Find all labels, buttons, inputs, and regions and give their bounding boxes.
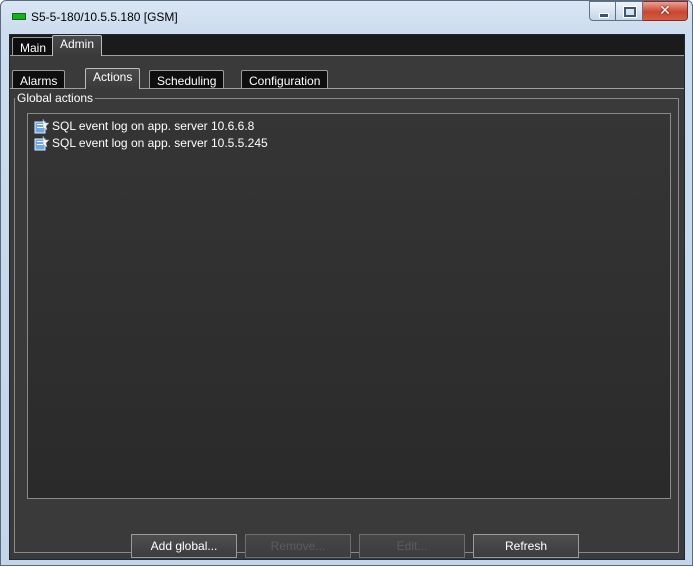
tab-scheduling[interactable]: Scheduling bbox=[149, 70, 225, 88]
sql-action-icon bbox=[34, 136, 49, 151]
client-area: Main Admin Alarms Actions Scheduling Con… bbox=[9, 34, 685, 560]
tab-main-label: Main bbox=[20, 41, 47, 55]
tab-main[interactable]: Main bbox=[12, 37, 55, 55]
window-controls: ✕ bbox=[589, 1, 688, 21]
list-item-label: SQL event log on app. server 10.6.6.8 bbox=[52, 119, 255, 133]
title-bar[interactable]: S5-5-180/10.5.5.180 [GSM] ✕ bbox=[1, 1, 692, 33]
sql-action-icon bbox=[34, 119, 49, 134]
app-status-icon bbox=[12, 13, 26, 20]
close-button[interactable]: ✕ bbox=[643, 1, 688, 21]
tab-actions-label: Actions bbox=[93, 70, 133, 84]
tab-admin[interactable]: Admin bbox=[52, 35, 103, 56]
tab-admin-label: Admin bbox=[60, 37, 95, 51]
tab-alarms[interactable]: Alarms bbox=[12, 70, 66, 88]
app-window: S5-5-180/10.5.5.180 [GSM] ✕ Main Admin A… bbox=[0, 0, 693, 566]
maximize-button[interactable] bbox=[616, 1, 643, 21]
edit-button[interactable]: Edit... bbox=[359, 534, 465, 558]
actions-panel: Global actions SQL event log on app. ser… bbox=[12, 89, 682, 557]
close-icon: ✕ bbox=[659, 3, 671, 19]
tab-configuration-label: Configuration bbox=[249, 74, 321, 88]
refresh-button[interactable]: Refresh bbox=[473, 534, 579, 558]
admin-panel: Alarms Actions Scheduling Configuration … bbox=[10, 56, 684, 559]
minimize-icon bbox=[599, 13, 609, 18]
list-item-label: SQL event log on app. server 10.5.5.245 bbox=[52, 136, 268, 150]
remove-button[interactable]: Remove... bbox=[245, 534, 351, 558]
tab-alarms-label: Alarms bbox=[20, 74, 58, 88]
list-item[interactable]: SQL event log on app. server 10.5.5.245 bbox=[28, 135, 670, 152]
add-global-button[interactable]: Add global... bbox=[131, 534, 237, 558]
window-title: S5-5-180/10.5.5.180 [GSM] bbox=[31, 10, 178, 24]
maximize-icon bbox=[623, 6, 637, 18]
global-actions-list[interactable]: SQL event log on app. server 10.6.6.8 SQ… bbox=[27, 113, 671, 499]
action-buttons: Add global... Remove... Edit... Refresh bbox=[10, 534, 684, 558]
tab-scheduling-label: Scheduling bbox=[157, 74, 217, 88]
minimize-button[interactable] bbox=[589, 1, 616, 21]
tab-configuration[interactable]: Configuration bbox=[241, 70, 329, 88]
global-actions-title: Global actions bbox=[15, 90, 96, 106]
list-item[interactable]: SQL event log on app. server 10.6.6.8 bbox=[28, 118, 670, 135]
tab-actions[interactable]: Actions bbox=[85, 68, 141, 89]
global-actions-group: Global actions SQL event log on app. ser… bbox=[14, 90, 679, 553]
